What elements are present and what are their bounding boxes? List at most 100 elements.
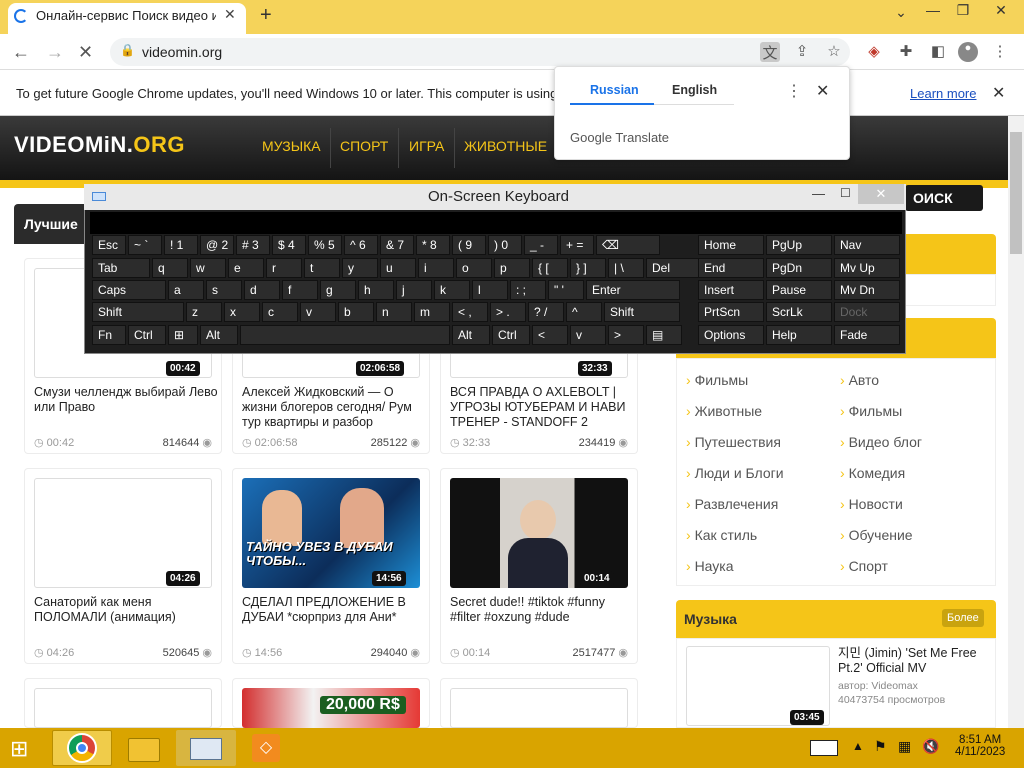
category-link[interactable]: Спорт [840, 558, 888, 574]
osk-key[interactable]: ^ [566, 302, 602, 322]
osk-key[interactable]: r [266, 258, 302, 278]
osk-nav-key[interactable]: Pause [766, 280, 832, 300]
translate-tab-english[interactable]: English [672, 83, 717, 97]
window-close-button[interactable]: ✕ [984, 2, 1018, 19]
osk-key[interactable]: | \ [608, 258, 644, 278]
category-link[interactable]: Как стиль [686, 527, 758, 543]
osk-key[interactable]: $ 4 [272, 235, 306, 255]
osk-key[interactable]: e [228, 258, 264, 278]
osk-key[interactable]: ⊞ [168, 325, 198, 345]
osk-key[interactable]: " ' [548, 280, 584, 300]
category-link[interactable]: Обучение [840, 527, 913, 543]
video-thumbnail[interactable] [450, 688, 628, 728]
osk-key[interactable]: ^ 6 [344, 235, 378, 255]
osk-key[interactable]: Esc [92, 235, 126, 255]
osk-key[interactable]: y [342, 258, 378, 278]
osk-key[interactable]: s [206, 280, 242, 300]
restore-button[interactable]: ❐ [946, 2, 980, 19]
show-hidden-icons-icon[interactable]: ▲ [852, 739, 864, 753]
osk-key[interactable]: ~ ` [128, 235, 162, 255]
osk-nav-key[interactable]: Nav [834, 235, 900, 255]
forward-arrow-icon[interactable]: → [46, 42, 64, 63]
nav-music[interactable]: МУЗЫКА [262, 138, 321, 154]
osk-key[interactable]: p [494, 258, 530, 278]
osk-key[interactable]: l [472, 280, 508, 300]
start-button-icon[interactable]: ⊞ [10, 736, 38, 761]
nav-animals[interactable]: ЖИВОТНЫЕ [464, 138, 547, 154]
category-link[interactable]: Новости [840, 496, 903, 512]
video-title[interactable]: Secret dude!! #tiktok #funny #filter #ox… [450, 595, 636, 627]
osk-key[interactable]: % 5 [308, 235, 342, 255]
osk-close-button[interactable]: ✕ [858, 184, 904, 204]
learn-more-link[interactable]: Learn more [910, 86, 976, 101]
osk-key[interactable]: g [320, 280, 356, 300]
osk-nav-key[interactable]: Fade [834, 325, 900, 345]
site-logo[interactable]: VIDEOMiN.ORG [14, 132, 185, 158]
osk-key[interactable]: f [282, 280, 318, 300]
osk-key[interactable]: q [152, 258, 188, 278]
osk-key[interactable]: ) 0 [488, 235, 522, 255]
search-button[interactable]: ОИСК [905, 185, 983, 211]
osk-key[interactable]: u [380, 258, 416, 278]
category-link[interactable]: Видео блог [840, 434, 922, 450]
category-link[interactable]: Фильмы [840, 403, 903, 419]
osk-nav-key[interactable]: End [698, 258, 764, 278]
extension-shield-icon[interactable]: ◈ [864, 42, 884, 62]
action-center-flag-icon[interactable]: ⚑ [874, 738, 887, 755]
translate-tab-russian[interactable]: Russian [590, 83, 639, 97]
osk-nav-key[interactable]: Help [766, 325, 832, 345]
osk-key[interactable]: ? / [528, 302, 564, 322]
osk-key[interactable]: Shift [604, 302, 680, 322]
new-tab-button[interactable]: + [260, 4, 272, 27]
osk-key[interactable]: ⌫ [596, 235, 660, 255]
network-icon[interactable]: ▦ [898, 738, 911, 755]
osk-key[interactable]: j [396, 280, 432, 300]
osk-key[interactable]: a [168, 280, 204, 300]
category-link[interactable]: Фильмы [686, 372, 749, 388]
osk-key[interactable]: { [ [532, 258, 568, 278]
video-thumbnail[interactable] [34, 688, 212, 728]
osk-nav-key[interactable]: ScrLk [766, 302, 832, 322]
url-text[interactable]: videomin.org [142, 44, 222, 60]
osk-key[interactable]: h [358, 280, 394, 300]
osk-key[interactable]: * 8 [416, 235, 450, 255]
osk-key[interactable]: Ctrl [492, 325, 530, 345]
osk-key[interactable]: ( 9 [452, 235, 486, 255]
category-link[interactable]: Животные [686, 403, 763, 419]
osk-key[interactable]: o [456, 258, 492, 278]
translate-options-icon[interactable]: ⋮ [786, 81, 802, 101]
tab-close-button[interactable]: ✕ [224, 6, 236, 23]
nav-game[interactable]: ИГРА [409, 138, 444, 154]
back-arrow-icon[interactable]: ← [12, 42, 30, 63]
osk-nav-key[interactable]: Options [698, 325, 764, 345]
category-link[interactable]: Авто [840, 372, 880, 388]
osk-key[interactable]: v [300, 302, 336, 322]
osk-key[interactable]: n [376, 302, 412, 322]
video-title[interactable]: Санаторий как меня ПОЛОМАЛИ (анимация) [34, 595, 220, 627]
osk-key[interactable]: _ - [524, 235, 558, 255]
osk-key[interactable]: i [418, 258, 454, 278]
osk-key[interactable]: c [262, 302, 298, 322]
osk-key[interactable]: Tab [92, 258, 150, 278]
translate-icon[interactable]: 文 [760, 42, 780, 62]
category-link[interactable]: Путешествия [686, 434, 781, 450]
osk-minimize-button[interactable]: — [812, 186, 825, 201]
osk-key[interactable]: : ; [510, 280, 546, 300]
info-bar-close-button[interactable]: ✕ [992, 83, 1005, 103]
bookmark-star-icon[interactable]: ☆ [824, 42, 844, 62]
osk-nav-key[interactable]: PrtScn [698, 302, 764, 322]
osk-maximize-button[interactable]: ☐ [840, 186, 851, 200]
osk-key[interactable] [240, 325, 450, 345]
osk-key[interactable]: b [338, 302, 374, 322]
osk-nav-key[interactable]: PgUp [766, 235, 832, 255]
osk-key[interactable]: x [224, 302, 260, 322]
side-panel-icon[interactable]: ◧ [928, 42, 948, 62]
share-icon[interactable]: ⇪ [792, 42, 812, 62]
system-clock[interactable]: 8:51 AM 4/11/2023 [955, 734, 1005, 758]
osk-key[interactable]: z [186, 302, 222, 322]
osk-key[interactable]: Shift [92, 302, 184, 322]
osk-key[interactable]: Ctrl [128, 325, 166, 345]
category-link[interactable]: Люди и Блоги [686, 465, 784, 481]
osk-key[interactable]: + = [560, 235, 594, 255]
osk-key[interactable]: < [532, 325, 568, 345]
